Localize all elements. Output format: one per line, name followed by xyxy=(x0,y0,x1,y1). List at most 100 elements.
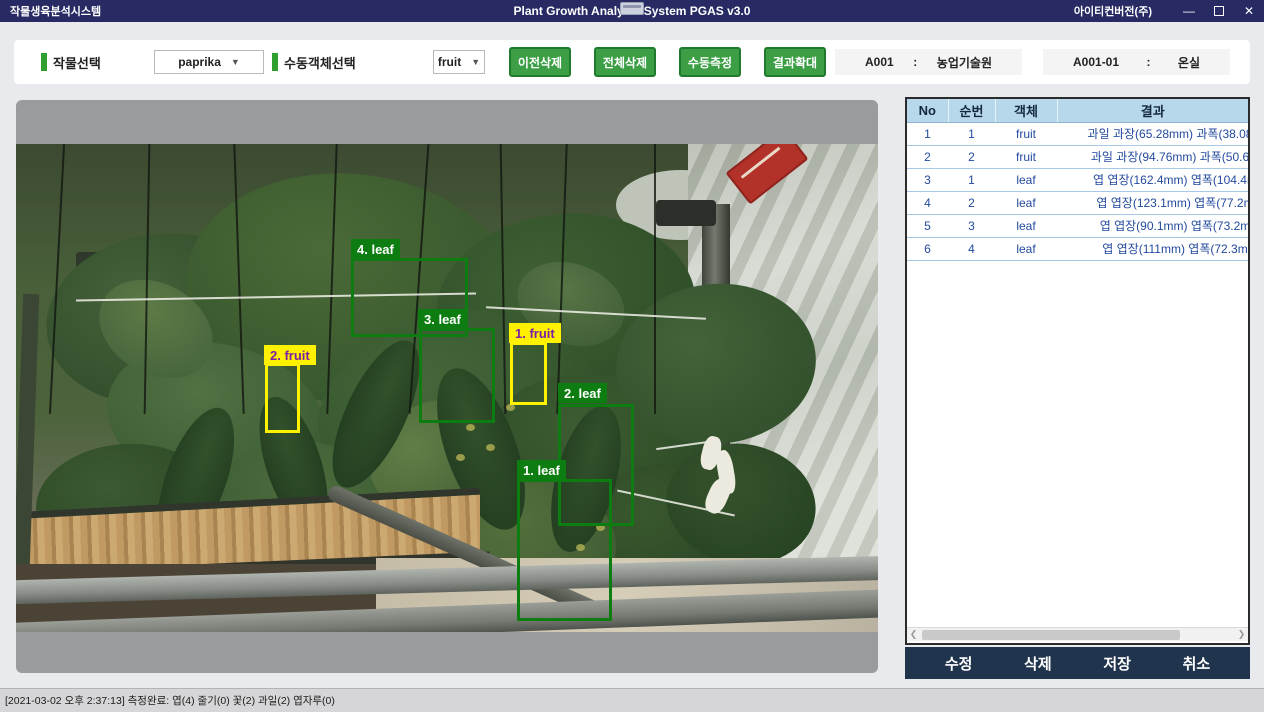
cell-result: 엽 엽장(123.1mm) 엽폭(77.2mm) xyxy=(1057,191,1248,214)
column-header: 결과 xyxy=(1057,99,1248,122)
result-text: 과일 과장(65.28mm) 과폭(38.08mm) xyxy=(1057,125,1248,142)
cell-result: 엽 엽장(111mm) 엽폭(72.3mm) xyxy=(1057,237,1248,260)
cell-object: leaf xyxy=(995,237,1057,260)
cell-object: fruit xyxy=(995,145,1057,168)
annotation-label: 4. leaf xyxy=(351,239,400,259)
greenhouse-code: A001-01 xyxy=(1073,55,1119,69)
result-text: 엽 엽장(123.1mm) 엽폭(77.2mm) xyxy=(1057,194,1248,211)
cell-seq: 2 xyxy=(948,145,995,168)
manual-object-select-label: 수동객체선택 xyxy=(284,40,356,84)
site-field: A001 : 농업기술원 xyxy=(835,49,1022,75)
cell-object: leaf xyxy=(995,191,1057,214)
annotation-label: 2. fruit xyxy=(264,345,316,365)
column-header: 순번 xyxy=(948,99,995,122)
scroll-left-icon[interactable]: ❮ xyxy=(907,628,920,642)
results-table-panel: No순번객체결과 11fruit과일 과장(65.28mm) 과폭(38.08m… xyxy=(905,97,1250,645)
crop-select-label: 작물선택 xyxy=(53,40,101,84)
manual-measure-button[interactable]: 수동측정 xyxy=(679,47,741,77)
string-knot xyxy=(698,430,750,522)
annotation-label: 1. leaf xyxy=(517,460,566,480)
separator: : xyxy=(1146,55,1150,69)
scrollbar-thumb[interactable] xyxy=(922,630,1180,640)
cell-object: leaf xyxy=(995,168,1057,191)
cell-object: fruit xyxy=(995,122,1057,145)
cell-seq: 1 xyxy=(948,168,995,191)
delete-button[interactable]: 삭제 xyxy=(1024,653,1052,674)
table-row[interactable]: 53leaf엽 엽장(90.1mm) 엽폭(73.2mm) xyxy=(907,214,1248,237)
scroll-right-icon[interactable]: ❯ xyxy=(1235,628,1248,642)
company-name: 아이티컨버전(주) xyxy=(1074,3,1152,19)
column-header: No xyxy=(907,99,948,122)
chevron-down-icon: ▼ xyxy=(231,57,240,67)
annotation-label: 1. fruit xyxy=(509,323,561,343)
table-row[interactable]: 42leaf엽 엽장(123.1mm) 엽폭(77.2mm) xyxy=(907,191,1248,214)
cell-seq: 1 xyxy=(948,122,995,145)
cell-seq: 3 xyxy=(948,214,995,237)
save-button[interactable]: 저장 xyxy=(1103,653,1131,674)
leaf-spot xyxy=(486,444,495,451)
accent-bar xyxy=(41,53,47,71)
cell-no: 2 xyxy=(907,145,948,168)
cell-result: 과일 과장(94.76mm) 과폭(50.6mm) xyxy=(1057,145,1248,168)
delete-previous-button[interactable]: 이전삭제 xyxy=(509,47,571,77)
manual-object-select[interactable]: fruit ▼ xyxy=(433,50,485,74)
cell-no: 1 xyxy=(907,122,948,145)
maximize-icon xyxy=(1214,6,1224,16)
table-row[interactable]: 11fruit과일 과장(65.28mm) 과폭(38.08mm) xyxy=(907,122,1248,145)
enlarge-result-button[interactable]: 결과확대 xyxy=(764,47,826,77)
cell-object: leaf xyxy=(995,214,1057,237)
cell-no: 5 xyxy=(907,214,948,237)
leaf-spot xyxy=(456,454,465,461)
crop-select[interactable]: paprika ▼ xyxy=(154,50,264,74)
maximize-button[interactable] xyxy=(1204,0,1234,22)
greenhouse-field: A001-01 : 온실 xyxy=(1043,49,1230,75)
application-window: 작물생육분석시스템 Plant Growth Analysis System P… xyxy=(0,0,1264,712)
cancel-button[interactable]: 취소 xyxy=(1183,653,1211,674)
toolbar: 작물선택 paprika ▼ 수동객체선택 fruit ▼ 이전삭제 전체삭제 수동… xyxy=(14,40,1250,84)
pipe-fitting xyxy=(656,200,716,226)
table-row[interactable]: 22fruit과일 과장(94.76mm) 과폭(50.6mm) xyxy=(907,145,1248,168)
accent-bar xyxy=(272,53,278,71)
results-table: No순번객체결과 11fruit과일 과장(65.28mm) 과폭(38.08m… xyxy=(907,99,1248,261)
cell-result: 과일 과장(65.28mm) 과폭(38.08mm) xyxy=(1057,122,1248,145)
cell-result: 엽 엽장(90.1mm) 엽폭(73.2mm) xyxy=(1057,214,1248,237)
horizontal-scrollbar[interactable]: ❮ ❯ xyxy=(907,627,1248,641)
cell-seq: 4 xyxy=(948,237,995,260)
delete-all-button[interactable]: 전체삭제 xyxy=(594,47,656,77)
window-icon xyxy=(620,2,644,15)
bounding-box-1-fruit[interactable] xyxy=(510,342,547,405)
annotation-label: 2. leaf xyxy=(558,383,607,403)
table-row[interactable]: 31leaf엽 엽장(162.4mm) 엽폭(104.4mm) xyxy=(907,168,1248,191)
support-wire xyxy=(49,144,65,414)
edit-button[interactable]: 수정 xyxy=(945,653,973,674)
bounding-box-1-leaf[interactable] xyxy=(517,479,612,621)
result-text: 엽 엽장(162.4mm) 엽폭(104.4mm) xyxy=(1057,171,1248,188)
result-text: 과일 과장(94.76mm) 과폭(50.6mm) xyxy=(1057,148,1248,165)
bounding-box-2-fruit[interactable] xyxy=(265,363,300,433)
close-button[interactable]: ✕ xyxy=(1234,0,1264,22)
annotation-label: 3. leaf xyxy=(418,309,467,329)
crop-select-value: paprika xyxy=(178,55,221,69)
minimize-button[interactable]: — xyxy=(1174,0,1204,22)
cell-no: 6 xyxy=(907,237,948,260)
leaf-spot xyxy=(466,424,475,431)
bounding-box-3-leaf[interactable] xyxy=(419,328,495,423)
statusbar: [2021-03-02 오후 2:37:13] 측정완료: 엽(4) 줄기(0)… xyxy=(0,688,1264,712)
site-name: 농업기술원 xyxy=(937,54,992,71)
result-text: 엽 엽장(90.1mm) 엽폭(73.2mm) xyxy=(1057,217,1248,234)
chevron-down-icon: ▼ xyxy=(471,57,480,67)
leaf-spot xyxy=(506,404,515,411)
cell-no: 3 xyxy=(907,168,948,191)
camera-image-panel: 4. leaf 3. leaf 1. fruit 2. fruit 2. leaf 1. … xyxy=(16,100,878,673)
status-text: [2021-03-02 오후 2:37:13] 측정완료: 엽(4) 줄기(0)… xyxy=(5,693,335,708)
separator: : xyxy=(913,55,917,69)
column-header: 객체 xyxy=(995,99,1057,122)
table-row[interactable]: 64leaf엽 엽장(111mm) 엽폭(72.3mm) xyxy=(907,237,1248,260)
result-text: 엽 엽장(111mm) 엽폭(72.3mm) xyxy=(1057,240,1248,257)
cell-result: 엽 엽장(162.4mm) 엽폭(104.4mm) xyxy=(1057,168,1248,191)
cell-no: 4 xyxy=(907,191,948,214)
action-bar: 수정 삭제 저장 취소 xyxy=(905,647,1250,679)
titlebar: 작물생육분석시스템 Plant Growth Analysis System P… xyxy=(0,0,1264,22)
cell-seq: 2 xyxy=(948,191,995,214)
site-code: A001 xyxy=(865,55,894,69)
